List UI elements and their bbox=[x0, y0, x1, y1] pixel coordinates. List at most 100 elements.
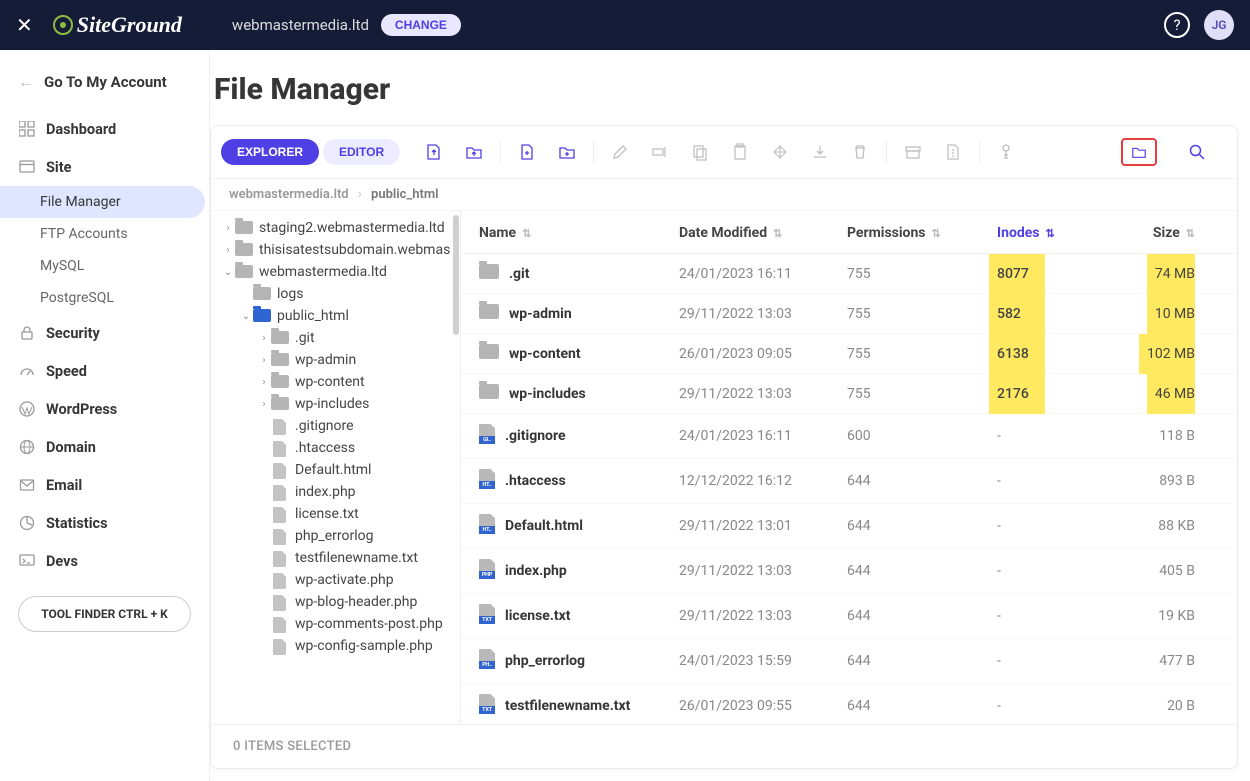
extract-icon[interactable] bbox=[935, 138, 971, 166]
table-row[interactable]: license.txt29/11/2022 13:03644-19 KB bbox=[461, 594, 1237, 639]
tree-item[interactable]: ›wp-content bbox=[211, 371, 460, 393]
table-row[interactable]: php_errorlog24/01/2023 15:59644-477 B bbox=[461, 639, 1237, 684]
tree-item[interactable]: php_errorlog bbox=[211, 525, 460, 547]
search-icon[interactable] bbox=[1179, 138, 1215, 166]
table-row[interactable]: wp-content26/01/2023 09:057556138102 MB bbox=[461, 334, 1237, 374]
col-permissions[interactable]: Permissions⇅ bbox=[847, 225, 997, 241]
permissions-icon[interactable] bbox=[988, 138, 1024, 166]
download-icon[interactable] bbox=[802, 138, 838, 166]
tree-item[interactable]: logs bbox=[211, 283, 460, 305]
tree-item[interactable]: ›.git bbox=[211, 327, 460, 349]
tree-item[interactable]: wp-config-sample.php bbox=[211, 635, 460, 657]
edit-icon[interactable] bbox=[602, 138, 638, 166]
sidebar-item-speed[interactable]: Speed bbox=[0, 352, 209, 390]
sidebar-sub-file-manager[interactable]: File Manager bbox=[0, 186, 205, 218]
chevron-down-icon[interactable]: ⌄ bbox=[239, 311, 253, 322]
change-domain-button[interactable]: CHANGE bbox=[381, 14, 461, 36]
table-row[interactable]: index.php29/11/2022 13:03644-405 B bbox=[461, 549, 1237, 594]
file-icon bbox=[479, 469, 495, 493]
file-upload-icon[interactable] bbox=[416, 138, 452, 166]
table-row[interactable]: .git24/01/2023 16:11755807774 MB bbox=[461, 254, 1237, 294]
chevron-right-icon[interactable]: › bbox=[257, 355, 271, 366]
sidebar-item-dashboard[interactable]: Dashboard bbox=[0, 110, 209, 148]
chevron-right-icon[interactable]: › bbox=[257, 377, 271, 388]
tab-editor[interactable]: EDITOR bbox=[323, 139, 400, 165]
tool-finder-button[interactable]: TOOL FINDER CTRL + K bbox=[18, 596, 191, 632]
sidebar-sub-mysql[interactable]: MySQL bbox=[0, 250, 209, 282]
table-row[interactable]: Default.html29/11/2022 13:01644-88 KB bbox=[461, 504, 1237, 549]
chevron-right-icon[interactable]: › bbox=[257, 399, 271, 410]
chevron-right-icon[interactable]: › bbox=[221, 223, 235, 234]
copy-icon[interactable] bbox=[682, 138, 718, 166]
brand-logo[interactable]: SiteGround bbox=[53, 12, 182, 38]
file-date: 29/11/2022 13:03 bbox=[679, 306, 847, 322]
sidebar-sub-postgresql[interactable]: PostgreSQL bbox=[0, 282, 209, 314]
tree-item[interactable]: Default.html bbox=[211, 459, 460, 481]
move-icon[interactable] bbox=[762, 138, 798, 166]
help-icon[interactable]: ? bbox=[1164, 12, 1190, 38]
file-inodes: 2176 bbox=[997, 386, 1137, 402]
tree-item[interactable]: testfilenewname.txt bbox=[211, 547, 460, 569]
tree-item[interactable]: ›wp-admin bbox=[211, 349, 460, 371]
col-date[interactable]: Date Modified⇅ bbox=[679, 225, 847, 241]
sidebar-item-devs[interactable]: Devs bbox=[0, 542, 209, 580]
new-folder-icon[interactable] bbox=[549, 138, 585, 166]
file-size: 118 B bbox=[1137, 428, 1195, 444]
avatar[interactable]: JG bbox=[1204, 10, 1234, 40]
chevron-down-icon[interactable]: ⌄ bbox=[221, 267, 235, 278]
rename-icon[interactable] bbox=[642, 138, 678, 166]
tree-item[interactable]: ⌄webmastermedia.ltd bbox=[211, 261, 460, 283]
tab-explorer[interactable]: EXPLORER bbox=[221, 139, 319, 165]
tree-item[interactable]: wp-comments-post.php bbox=[211, 613, 460, 635]
tree-item[interactable]: ›thisisatestsubdomain.webmas bbox=[211, 239, 460, 261]
folder-size-icon[interactable] bbox=[1121, 138, 1157, 166]
tree-item[interactable]: index.php bbox=[211, 481, 460, 503]
breadcrumb-root[interactable]: webmastermedia.ltd bbox=[229, 187, 349, 202]
file-size: 102 MB bbox=[1137, 346, 1195, 362]
tree-item[interactable]: wp-blog-header.php bbox=[211, 591, 460, 613]
file-permissions: 755 bbox=[847, 266, 997, 282]
file-size: 74 MB bbox=[1137, 266, 1195, 282]
folder-upload-icon[interactable] bbox=[456, 138, 492, 166]
file-inodes: - bbox=[997, 428, 1137, 444]
tree-item[interactable]: license.txt bbox=[211, 503, 460, 525]
table-row[interactable]: wp-admin29/11/2022 13:0375558210 MB bbox=[461, 294, 1237, 334]
close-icon[interactable]: ✕ bbox=[16, 13, 33, 37]
tree-item[interactable]: wp-activate.php bbox=[211, 569, 460, 591]
table-row[interactable]: testfilenewname.txt26/01/2023 09:55644-2… bbox=[461, 684, 1237, 724]
sidebar-item-email[interactable]: Email bbox=[0, 466, 209, 504]
delete-icon[interactable] bbox=[842, 138, 878, 166]
file-icon bbox=[271, 595, 289, 609]
new-file-icon[interactable] bbox=[509, 138, 545, 166]
col-name[interactable]: Name⇅ bbox=[479, 225, 679, 241]
tree-item[interactable]: .htaccess bbox=[211, 437, 460, 459]
file-date: 24/01/2023 16:11 bbox=[679, 266, 847, 282]
tree-item[interactable]: ⌄public_html bbox=[211, 305, 460, 327]
sidebar-item-domain[interactable]: Domain bbox=[0, 428, 209, 466]
file-permissions: 644 bbox=[847, 563, 997, 579]
table-row[interactable]: .gitignore24/01/2023 16:11600-118 B bbox=[461, 414, 1237, 459]
tree-item[interactable]: .gitignore bbox=[211, 415, 460, 437]
back-to-account-link[interactable]: ← Go To My Account bbox=[0, 68, 209, 110]
sidebar-item-wordpress[interactable]: WordPress bbox=[0, 390, 209, 428]
sort-icon: ⇅ bbox=[522, 227, 531, 240]
file-table: Name⇅ Date Modified⇅ Permissions⇅ Inodes… bbox=[461, 211, 1237, 724]
sidebar-item-site[interactable]: Site bbox=[0, 148, 209, 186]
tree-item[interactable]: ›wp-includes bbox=[211, 393, 460, 415]
col-inodes[interactable]: Inodes⇅ bbox=[997, 225, 1137, 241]
statistics-icon bbox=[18, 514, 36, 532]
scrollbar-thumb[interactable] bbox=[453, 215, 459, 335]
paste-icon[interactable] bbox=[722, 138, 758, 166]
archive-icon[interactable] bbox=[895, 138, 931, 166]
folder-tree[interactable]: ›staging2.webmastermedia.ltd›thisisatest… bbox=[211, 211, 461, 724]
col-size[interactable]: Size⇅ bbox=[1137, 225, 1195, 241]
chevron-right-icon[interactable]: › bbox=[257, 333, 271, 344]
table-row[interactable]: wp-includes29/11/2022 13:03755217646 MB bbox=[461, 374, 1237, 414]
sidebar-sub-ftp[interactable]: FTP Accounts bbox=[0, 218, 209, 250]
sidebar-item-security[interactable]: Security bbox=[0, 314, 209, 352]
tree-item[interactable]: ›staging2.webmastermedia.ltd bbox=[211, 217, 460, 239]
breadcrumb-current[interactable]: public_html bbox=[371, 187, 439, 202]
sidebar-item-statistics[interactable]: Statistics bbox=[0, 504, 209, 542]
chevron-right-icon[interactable]: › bbox=[221, 245, 235, 256]
table-row[interactable]: .htaccess12/12/2022 16:12644-893 B bbox=[461, 459, 1237, 504]
